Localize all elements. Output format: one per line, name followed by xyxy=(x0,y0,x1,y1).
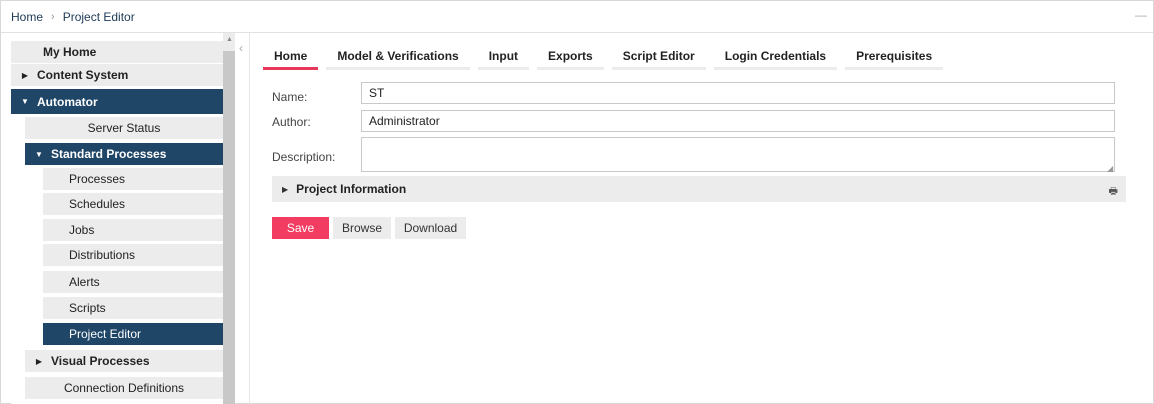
name-row: Name: ST xyxy=(272,82,1115,104)
breadcrumb: Home › Project Editor — xyxy=(1,1,1153,33)
sidebar-item-scripts[interactable]: Scripts xyxy=(43,297,223,319)
tab-exports[interactable]: Exports xyxy=(537,45,604,70)
name-label: Name: xyxy=(272,90,308,104)
caret-right-icon: ▶ xyxy=(282,184,289,194)
sidebar-item-label: Server Status xyxy=(87,121,161,135)
panel-divider xyxy=(249,33,250,404)
breadcrumb-current: Project Editor xyxy=(62,9,135,24)
sidebar-item-label: Standard Processes xyxy=(51,147,167,161)
caret-down-icon: ▼ xyxy=(21,97,29,106)
scroll-up-icon[interactable]: ▲ xyxy=(226,36,233,43)
tab-model-verifications[interactable]: Model & Verifications xyxy=(326,45,471,70)
chevron-left-icon[interactable]: ‹ xyxy=(239,41,243,55)
resize-grip-icon[interactable]: ◢ xyxy=(1107,165,1113,173)
sidebar-item-label: My Home xyxy=(43,45,97,59)
print-icon[interactable]: 🖶 xyxy=(1109,184,1118,201)
description-label: Description: xyxy=(272,150,336,164)
project-information-section[interactable]: ▶ Project Information 🖶 xyxy=(272,176,1126,202)
breadcrumb-home[interactable]: Home xyxy=(11,10,43,24)
sidebar-item-visual-processes[interactable]: ▶ Visual Processes xyxy=(25,350,223,372)
sidebar-item-automator[interactable]: ▼ Automator xyxy=(11,89,223,114)
caret-down-icon: ▼ xyxy=(35,149,43,159)
sidebar-item-jobs[interactable]: Jobs xyxy=(43,219,223,241)
sidebar-item-label: Scripts xyxy=(69,301,106,315)
name-field[interactable]: ST xyxy=(361,82,1115,104)
sidebar-item-label: Automator xyxy=(37,94,98,109)
tab-input[interactable]: Input xyxy=(477,45,530,70)
browse-button[interactable]: Browse xyxy=(333,217,391,239)
sidebar-item-project-editor[interactable]: Project Editor xyxy=(43,323,223,345)
sidebar-item-label: Visual Processes xyxy=(51,354,150,368)
sidebar-item-distributions[interactable]: Distributions xyxy=(43,244,223,266)
sidebar-item-alerts[interactable]: Alerts xyxy=(43,271,223,293)
sidebar-item-label: Connection Definitions xyxy=(63,381,185,395)
sidebar-item-label: Project Editor xyxy=(69,327,142,341)
sidebar-item-label: Processes xyxy=(69,172,126,186)
tab-bar: Home Model & Verifications Input Exports… xyxy=(263,45,951,70)
sidebar-item-label: Content System xyxy=(37,68,129,82)
author-row: Author: Administrator xyxy=(272,110,1115,132)
sidebar-item-schedules[interactable]: Schedules xyxy=(43,193,223,215)
sidebar-item-connection-definitions[interactable]: Connection Definitions xyxy=(25,377,223,399)
author-label: Author: xyxy=(272,115,311,129)
sidebar-item-label: Jobs xyxy=(69,223,95,237)
sidebar-item-label: Distributions xyxy=(69,248,136,262)
sidebar-item-content-system[interactable]: ▶ Content System xyxy=(11,64,223,86)
download-button[interactable]: Download xyxy=(395,217,466,239)
tab-home[interactable]: Home xyxy=(263,45,319,70)
sidebar-item-server-status[interactable]: Server Status xyxy=(25,117,223,139)
caret-right-icon: ▶ xyxy=(21,70,29,80)
scrollbar-thumb[interactable] xyxy=(223,51,235,404)
tab-prerequisites[interactable]: Prerequisites xyxy=(845,45,944,70)
sidebar-item-label: Schedules xyxy=(69,197,126,211)
sidebar-scrollbar[interactable]: ▲ xyxy=(223,33,235,404)
save-button[interactable]: Save xyxy=(272,217,329,239)
sidebar: My Home ▶ Content System ▼ Automator Ser… xyxy=(11,41,223,404)
description-field[interactable] xyxy=(361,137,1115,172)
sidebar-item-my-home[interactable]: My Home xyxy=(11,41,223,63)
app-window: Home › Project Editor — My Home ▶ Conten… xyxy=(0,0,1154,404)
tab-script-editor[interactable]: Script Editor xyxy=(611,45,706,70)
sidebar-item-label: Alerts xyxy=(69,275,100,289)
section-title: Project Information xyxy=(296,182,407,196)
minimize-icon[interactable]: — xyxy=(1135,9,1147,21)
author-field[interactable]: Administrator xyxy=(361,110,1115,132)
sidebar-item-processes[interactable]: Processes xyxy=(43,168,223,190)
chevron-right-icon: › xyxy=(51,10,55,23)
caret-right-icon: ▶ xyxy=(35,356,43,366)
tab-login-credentials[interactable]: Login Credentials xyxy=(713,45,838,70)
sidebar-item-standard-processes[interactable]: ▼ Standard Processes xyxy=(25,143,223,165)
description-row: Description: xyxy=(272,137,1115,172)
